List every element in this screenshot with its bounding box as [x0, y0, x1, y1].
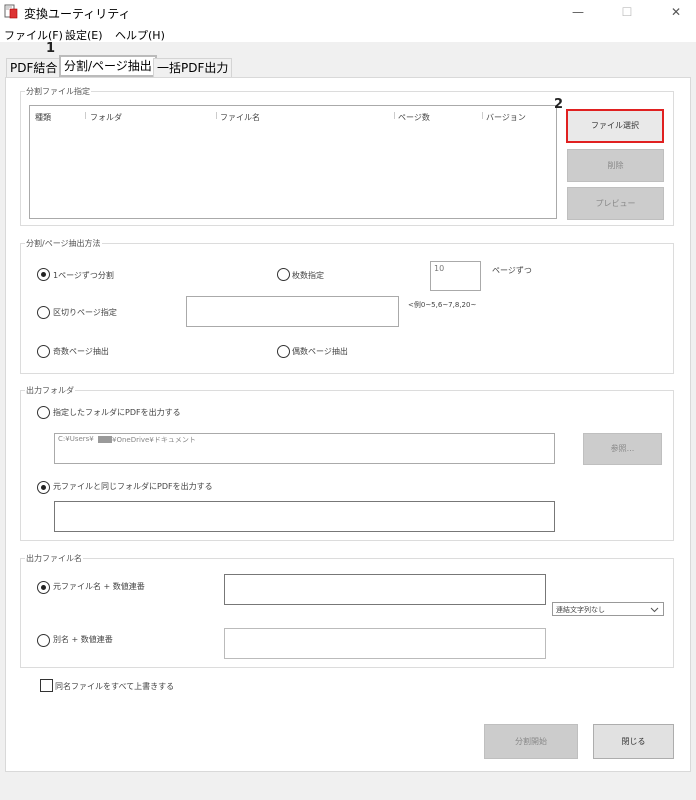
label-odd: 奇数ページ抽出	[53, 347, 109, 356]
range-hint: <例0~5,6~7,8,20~	[408, 301, 477, 309]
radio-odd[interactable]	[37, 345, 50, 358]
label-specified-folder: 指定したフォルダにPDFを出力する	[53, 408, 181, 417]
column-divider	[394, 112, 395, 119]
alias-name-input[interactable]	[224, 628, 546, 659]
radio-alias-serial[interactable]	[37, 634, 50, 647]
radio-specified-folder[interactable]	[37, 406, 50, 419]
close-button[interactable]: ✕	[666, 2, 686, 22]
browse-button[interactable]: 参照...	[583, 433, 662, 465]
label-same-folder: 元ファイルと同じフォルダにPDFを出力する	[53, 482, 213, 491]
label-alias-serial: 別名 + 数値連番	[53, 635, 113, 644]
label-per-page: 1ページずつ分割	[53, 271, 114, 280]
window-title: 変換ユーティリティ	[24, 7, 131, 21]
range-input[interactable]	[186, 296, 399, 327]
chevron-down-icon	[650, 607, 659, 613]
radio-even[interactable]	[277, 345, 290, 358]
radio-count[interactable]	[277, 268, 290, 281]
column-divider	[482, 112, 483, 119]
callout-1: 1	[46, 41, 56, 56]
column-divider	[85, 112, 86, 119]
column-folder[interactable]: フォルダ	[90, 112, 122, 123]
tab-split-extract[interactable]: 分割/ページ抽出	[59, 55, 157, 77]
minimize-button[interactable]: —	[568, 2, 588, 22]
split-start-button[interactable]: 分割開始	[484, 724, 578, 759]
redacted-username	[98, 436, 112, 443]
column-type[interactable]: 種類	[35, 112, 51, 123]
file-list[interactable]: 種類 フォルダ ファイル名 ページ数 バージョン	[29, 105, 557, 219]
close-dialog-button[interactable]: 閉じる	[593, 724, 674, 759]
page-count-input[interactable]: 10	[430, 261, 481, 291]
original-name-input[interactable]	[224, 574, 546, 605]
radio-original-serial[interactable]	[37, 581, 50, 594]
column-version[interactable]: バージョン	[486, 112, 526, 123]
label-even: 偶数ページ抽出	[292, 347, 348, 356]
column-pages[interactable]: ページ数	[398, 112, 430, 123]
radio-per-page[interactable]	[37, 268, 50, 281]
overwrite-checkbox[interactable]	[40, 679, 53, 692]
preview-button[interactable]: プレビュー	[567, 187, 664, 220]
column-divider	[216, 112, 217, 119]
same-folder-input[interactable]	[54, 501, 555, 532]
label-range: 区切りページ指定	[53, 308, 117, 317]
output-folder-legend: 出力フォルダ	[25, 385, 75, 396]
separator-select-value: 連結文字列なし	[556, 606, 605, 614]
split-file-legend: 分割ファイル指定	[25, 86, 91, 97]
app-icon	[4, 4, 18, 19]
output-filename-legend: 出力ファイル名	[25, 553, 83, 564]
separator-select[interactable]: 連結文字列なし	[552, 602, 664, 616]
maximize-button[interactable]: ☐	[617, 2, 637, 22]
menu-help[interactable]: ヘルプ(H)	[115, 27, 165, 43]
menu-settings[interactable]: 設定(E)	[65, 27, 103, 43]
label-pages-each: ページずつ	[492, 266, 532, 275]
radio-range[interactable]	[37, 306, 50, 319]
column-filename[interactable]: ファイル名	[220, 112, 260, 123]
tab-pdf-merge[interactable]: PDF結合	[6, 58, 62, 77]
folder-path-input[interactable]: C:¥Users¥ ¥OneDrive¥ドキュメント	[54, 433, 555, 464]
menu-bar	[0, 24, 696, 42]
split-method-legend: 分割/ページ抽出方法	[25, 238, 102, 249]
delete-button[interactable]: 削除	[567, 149, 664, 182]
tab-batch-pdf-output[interactable]: 一括PDF出力	[153, 58, 233, 77]
folder-path-suffix: ¥OneDrive¥ドキュメント	[112, 436, 196, 444]
title-bar: 変換ユーティリティ — ☐ ✕	[0, 0, 696, 24]
label-overwrite: 同名ファイルをすべて上書きする	[55, 682, 175, 691]
radio-same-folder[interactable]	[37, 481, 50, 494]
file-select-button[interactable]: ファイル選択	[566, 109, 664, 143]
callout-2: 2	[554, 97, 564, 112]
page-count-value: 10	[434, 264, 445, 273]
label-original-serial: 元ファイル名 + 数値連番	[53, 582, 145, 591]
folder-path-prefix: C:¥Users¥	[58, 435, 94, 443]
label-count: 枚数指定	[292, 271, 324, 280]
